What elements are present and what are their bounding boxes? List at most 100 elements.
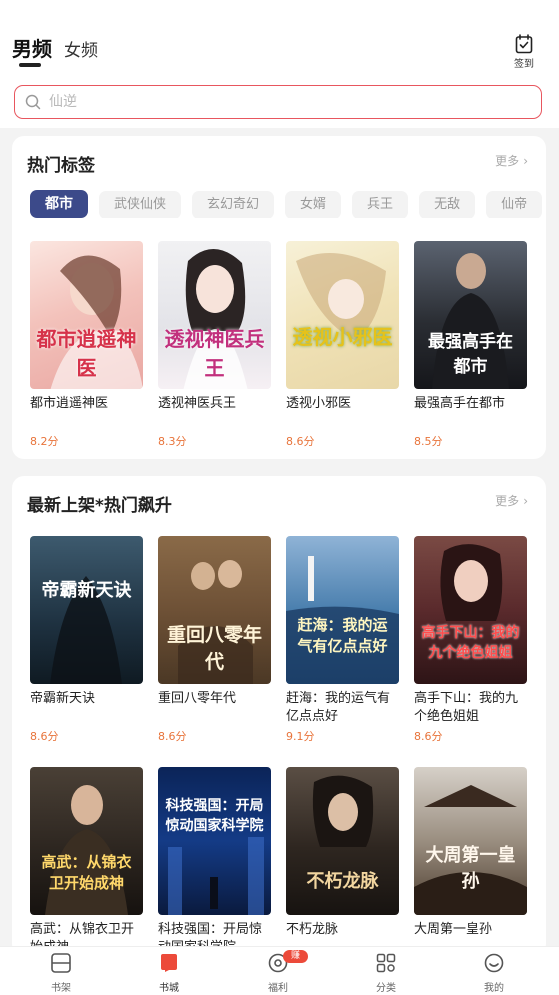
top-header: 男频 女频 签到	[0, 0, 559, 128]
book-cover[interactable]: 透视神医兵王	[158, 241, 271, 389]
cover-art	[168, 837, 264, 915]
more-link[interactable]: 更多 ›	[495, 152, 528, 169]
book-cover[interactable]: 透视小邪医	[286, 241, 399, 389]
book-rating: 8.6分	[286, 435, 315, 448]
book-title: 最强高手在都市	[414, 396, 506, 411]
checkin-button[interactable]: 签到	[508, 34, 540, 70]
latest-section: 最新上架*热门飙升 更多 › 帝霸新天诀 帝霸新天诀 8.6分 重回八零年代 重回…	[12, 476, 546, 956]
calendar-check-icon	[515, 34, 533, 54]
book-cover[interactable]: 高武：从锦衣卫开始成神	[30, 767, 143, 915]
book-item[interactable]: 最强高手在都市 最强高手在都市 8.5分	[414, 241, 527, 449]
search-icon	[25, 94, 41, 110]
book-rating: 8.2分	[30, 435, 59, 448]
section-title: 最新上架*热门飙升	[27, 496, 172, 516]
cover-title: 高武：从锦衣卫开始成神	[41, 853, 132, 892]
tag-chip[interactable]: 玄幻奇幻	[192, 191, 275, 218]
more-label: 更多	[495, 154, 520, 168]
tag-chip[interactable]: 都市	[30, 190, 88, 218]
nav-label: 福利	[268, 983, 288, 994]
book-item[interactable]: 都市逍遥神医 都市逍遥神医 8.2分	[30, 241, 143, 449]
section-title: 热门标签	[27, 156, 95, 176]
cover-art	[286, 556, 399, 684]
cover-title: 透视神医兵王	[164, 327, 265, 380]
more-label: 更多	[495, 494, 520, 508]
book-item[interactable]: 重回八零年代 重回八零年代 8.6分	[158, 536, 271, 744]
bookshelf-icon	[51, 953, 71, 973]
tag-chip[interactable]: 仙帝	[486, 191, 543, 218]
book-cover[interactable]: 帝霸新天诀	[30, 536, 143, 684]
book-title: 透视神医兵王	[158, 396, 237, 411]
nav-label: 书架	[51, 983, 71, 994]
book-title: 赶海：我的运气有亿点点好	[286, 691, 391, 724]
tag-list: 都市 武侠仙侠 玄幻奇幻 女婿 兵王 无敌 仙帝	[30, 190, 546, 218]
cover-title: 透视小邪医	[292, 325, 393, 349]
nav-bookshelf[interactable]: 书架	[31, 953, 91, 994]
book-cover[interactable]: 最强高手在都市	[414, 241, 527, 389]
book-rating: 9.1分	[286, 730, 315, 743]
nav-profile[interactable]: 我的	[464, 953, 524, 994]
cover-title: 都市逍遥神医	[36, 327, 137, 380]
book-item[interactable]: 帝霸新天诀 帝霸新天诀 8.6分	[30, 536, 143, 744]
cover-title: 大周第一皇孙	[425, 845, 516, 892]
nav-label: 书城	[159, 983, 179, 994]
book-item[interactable]: 赶海：我的运气有亿点点好 赶海：我的运气有亿点点好 9.1分	[286, 536, 399, 744]
book-title: 帝霸新天诀	[30, 691, 96, 706]
book-rating: 8.6分	[30, 730, 59, 743]
cover-title: 高手下山：我的九个绝色姐姐	[421, 625, 520, 661]
cover-title: 帝霸新天诀	[41, 580, 132, 601]
nav-welfare[interactable]: 赚钱 福利	[248, 950, 308, 994]
more-link[interactable]: 更多 ›	[495, 492, 528, 509]
book-item[interactable]: 高武：从锦衣卫开始成神 高武：从锦衣卫开始成神	[30, 767, 143, 956]
search-bar[interactable]	[14, 85, 542, 119]
tag-chip[interactable]: 兵王	[352, 191, 409, 218]
cover-art	[296, 253, 386, 341]
cover-title: 赶海：我的运气有亿点点好	[297, 616, 388, 655]
book-rating: 8.6分	[158, 730, 187, 743]
book-cover[interactable]: 科技强国：开局惊动国家科学院	[158, 767, 271, 915]
hot-tags-section: 热门标签 更多 › 都市 武侠仙侠 玄幻奇幻 女婿 兵王 无敌 仙帝 都市逍遥神医 都市逍遥神…	[12, 136, 546, 459]
book-item[interactable]: 高手下山：我的九个绝色姐姐 高手下山：我的九个绝色姐姐 8.6分	[414, 536, 527, 744]
chevron-right-icon: ›	[523, 154, 528, 168]
nav-bookstore[interactable]: 书城	[139, 953, 199, 994]
tab-female[interactable]: 女频	[64, 36, 98, 61]
book-cover[interactable]: 都市逍遥神医	[30, 241, 143, 389]
profile-icon	[484, 953, 504, 973]
search-input[interactable]	[49, 90, 529, 114]
book-cover[interactable]: 高手下山：我的九个绝色姐姐	[414, 536, 527, 684]
book-title: 透视小邪医	[286, 396, 352, 411]
cover-title: 重回八零年代	[166, 624, 262, 673]
book-cover[interactable]: 大周第一皇孙	[414, 767, 527, 915]
tag-chip[interactable]: 女婿	[285, 191, 342, 218]
book-title: 重回八零年代	[158, 691, 237, 706]
book-cover[interactable]: 重回八零年代	[158, 536, 271, 684]
category-icon	[376, 953, 396, 973]
nav-category[interactable]: 分类	[356, 953, 416, 994]
tag-chip[interactable]: 武侠仙侠	[99, 191, 182, 218]
book-item[interactable]: 大周第一皇孙 大周第一皇孙	[414, 767, 527, 956]
bookstore-icon	[161, 954, 177, 972]
book-cover[interactable]: 赶海：我的运气有亿点点好	[286, 536, 399, 684]
book-title: 都市逍遥神医	[30, 396, 109, 411]
nav-label: 分类	[376, 983, 396, 994]
tag-chip[interactable]: 无敌	[419, 191, 476, 218]
book-item[interactable]: 透视神医兵王 透视神医兵王 8.3分	[158, 241, 271, 449]
nav-badge: 赚钱	[283, 950, 308, 974]
nav-label: 我的	[484, 983, 504, 994]
bottom-navigation: 书架 书城 赚钱 福利 分类 我的	[0, 946, 559, 995]
cover-title: 科技强国：开局惊动国家科学院	[165, 798, 264, 834]
checkin-label: 签到	[514, 59, 534, 70]
cover-art	[50, 576, 122, 684]
book-item[interactable]: 科技强国：开局惊动国家科学院 科技强国：开局惊动国家科学院	[158, 767, 271, 956]
book-rating: 8.3分	[158, 435, 187, 448]
book-rating: 8.6分	[414, 730, 443, 743]
book-rating: 8.5分	[414, 435, 443, 448]
cover-title: 最强高手在都市	[428, 332, 513, 377]
tab-active-indicator	[19, 63, 41, 67]
book-item[interactable]: 不朽龙脉 不朽龙脉	[286, 767, 399, 956]
book-title: 高手下山：我的九个绝色姐姐	[414, 691, 519, 724]
book-cover[interactable]: 不朽龙脉	[286, 767, 399, 915]
chevron-right-icon: ›	[523, 494, 528, 508]
tab-male[interactable]: 男频	[12, 33, 52, 62]
book-item[interactable]: 透视小邪医 透视小邪医 8.6分	[286, 241, 399, 449]
cover-title: 不朽龙脉	[306, 871, 379, 892]
